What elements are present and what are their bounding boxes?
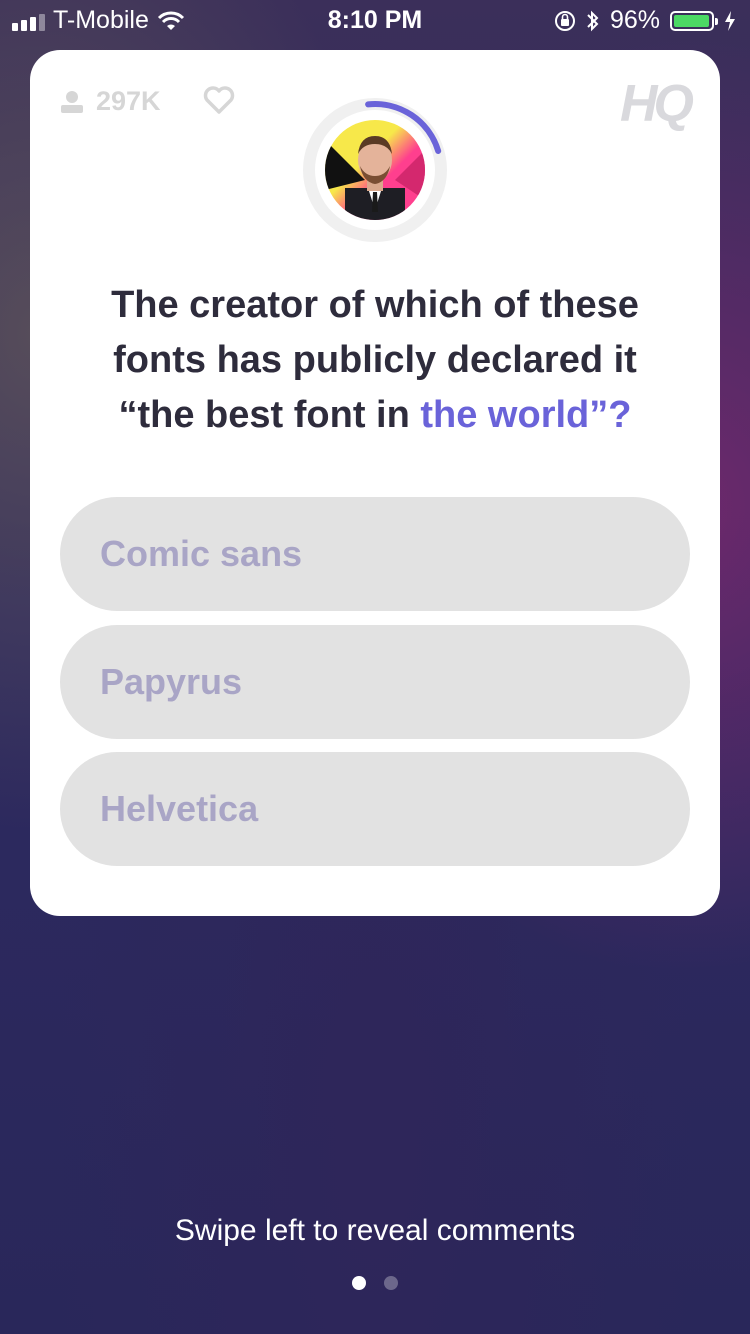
page-dot[interactable] (384, 1276, 398, 1290)
page-indicator[interactable] (0, 1276, 750, 1290)
host-photo (325, 136, 425, 220)
viewer-count: 297K (60, 86, 161, 117)
answer-label: Helvetica (100, 788, 259, 829)
battery-icon (670, 10, 718, 31)
bluetooth-icon (587, 10, 599, 31)
question-card: 297K HQ The creator of which of these fo (30, 50, 720, 916)
heart-icon[interactable] (203, 85, 235, 115)
status-bar: T-Mobile 8:10 PM 96% (0, 0, 750, 40)
swipe-hint: Swipe left to reveal comments (174, 1214, 576, 1247)
person-icon (61, 90, 83, 113)
battery-fill (674, 14, 709, 27)
countdown-timer (303, 98, 447, 242)
battery-percent: 96% (609, 6, 660, 34)
answer-label: Papyrus (100, 661, 243, 702)
question-part2: the world”? (420, 394, 632, 436)
question-text: The creator of which of these fonts has … (70, 278, 680, 443)
answer-option-1[interactable]: Comic sans (60, 497, 690, 611)
page-dot[interactable] (352, 1276, 366, 1290)
status-right: 96% (554, 6, 736, 35)
viewer-count-label: 297K (96, 86, 161, 116)
answer-option-2[interactable]: Papyrus (60, 625, 690, 739)
answer-option-3[interactable]: Helvetica (60, 752, 690, 866)
hq-logo: HQ (620, 75, 694, 133)
answer-label: Comic sans (100, 533, 303, 574)
charging-icon (725, 10, 735, 31)
orientation-lock-icon (554, 10, 575, 31)
host-avatar (325, 120, 425, 220)
